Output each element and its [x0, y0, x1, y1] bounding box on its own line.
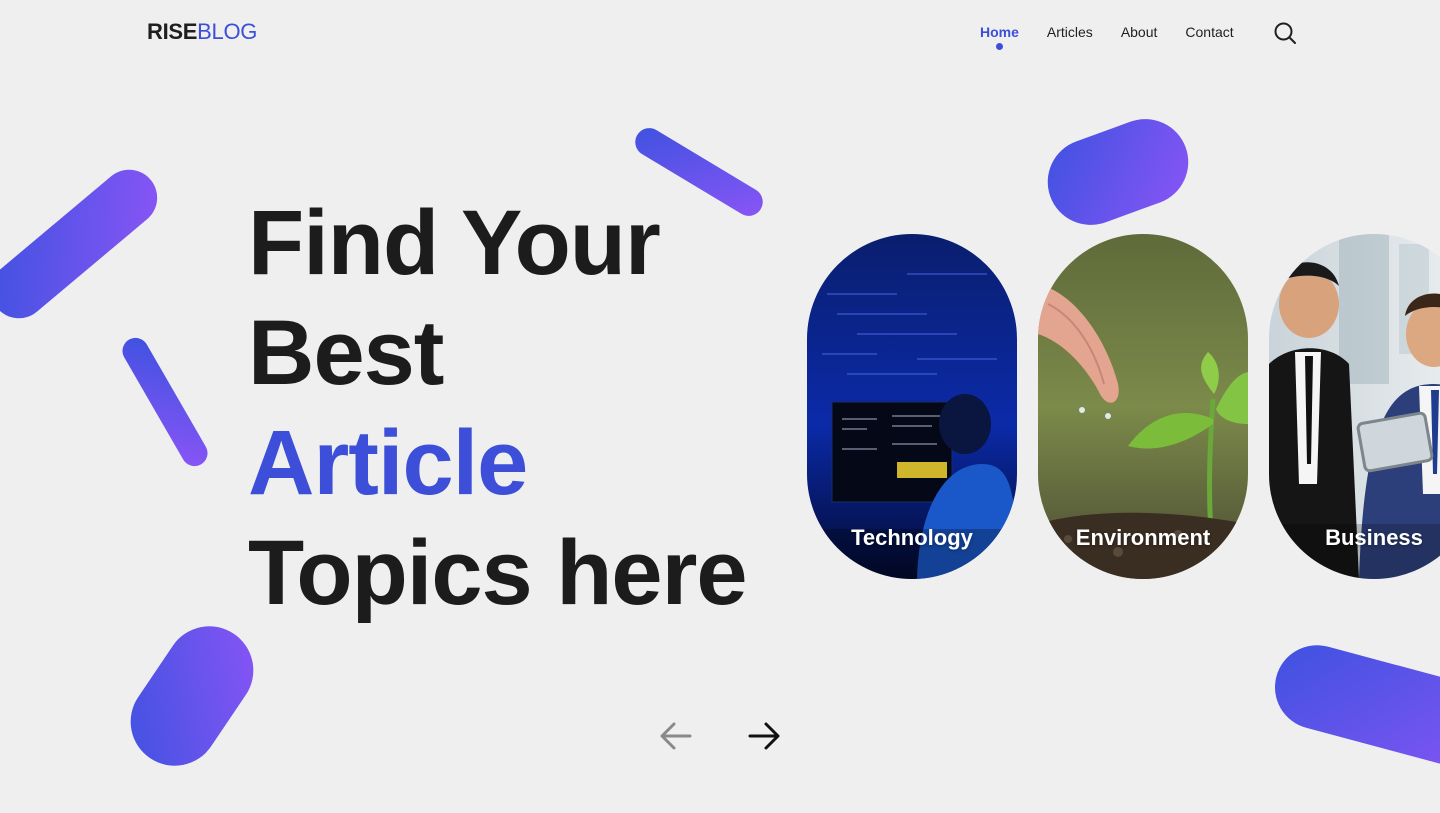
category-label: Environment: [1075, 525, 1211, 550]
hero-heading: Find Your Best Article Topics here: [248, 188, 748, 628]
category-card-business[interactable]: Business: [1269, 234, 1440, 579]
hero-line-1: Find Your: [248, 192, 661, 294]
nav-contact[interactable]: Contact: [1185, 22, 1233, 42]
main-nav: Home Articles About Contact: [980, 22, 1262, 50]
hero-line-3-accent: Article: [248, 412, 528, 514]
nav-home[interactable]: Home: [980, 22, 1019, 50]
nav-articles[interactable]: Articles: [1047, 22, 1093, 42]
nav-about[interactable]: About: [1121, 22, 1158, 42]
decor-pill-1: [0, 158, 169, 330]
hero-line-4: Topics here: [248, 522, 748, 624]
search-button[interactable]: [1272, 20, 1298, 46]
decor-pill-6: [1265, 635, 1440, 785]
category-card-technology[interactable]: Technology: [807, 234, 1017, 579]
decor-pill-5: [1035, 106, 1201, 238]
category-label: Technology: [851, 525, 973, 550]
search-icon: [1274, 22, 1296, 44]
logo-rise: RISE: [147, 19, 198, 44]
decor-pill-3: [113, 609, 271, 783]
carousel-prev-button[interactable]: [656, 716, 696, 756]
hero-line-2: Best: [248, 302, 444, 404]
arrow-right-icon: [748, 722, 780, 750]
decor-pill-2: [117, 333, 213, 471]
site-logo[interactable]: RISEBLOG: [147, 18, 257, 46]
arrow-left-icon: [660, 722, 692, 750]
logo-blog: BLOG: [197, 19, 258, 44]
carousel-next-button[interactable]: [744, 716, 784, 756]
category-card-environment[interactable]: Environment: [1038, 234, 1248, 579]
category-label: Business: [1325, 525, 1423, 550]
